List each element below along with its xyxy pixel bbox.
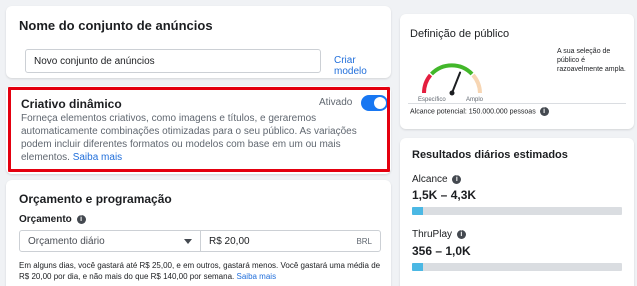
audience-title: Definição de público [410,28,510,40]
metric-bar-reach-fill [412,207,423,215]
audience-gauge [421,63,482,96]
gauge-segment-broad [471,73,482,94]
budget-amount-value: R$ 20,00 [209,236,250,247]
metric-label-thruplay: ThruPlay i [412,229,466,240]
gauge-segment-specific [421,73,433,94]
budget-amount-field[interactable]: R$ 20,00 BRL [200,230,381,252]
metric-value-reach: 1,5K – 4,3K [412,188,477,202]
metric-label-reach: Alcance i [412,174,462,185]
potential-reach: Alcance potencial: 150.000.000 pessoas i [410,107,549,116]
metric-label-thruplay-text: ThruPlay [412,229,453,240]
metric-bar-thruplay-fill [412,263,423,271]
metric-bar-reach [412,207,622,215]
dynamic-creative-card: Criativo dinâmico Ativado Forneça elemen… [6,86,391,174]
toggle-knob [374,97,386,109]
budget-label-text: Orçamento [19,214,72,225]
create-model-link[interactable]: Criar modelo [334,55,391,77]
budget-label: Orçamento i [19,214,86,225]
chevron-down-icon [184,239,192,244]
gauge-segment-defined [430,63,474,76]
results-title: Resultados diários estimados [412,149,568,161]
currency-label: BRL [356,237,372,246]
audience-description: A sua seleção de público é razoavelmente… [557,48,626,73]
adset-name-title: Nome do conjunto de anúncios [19,18,213,33]
gauge-pivot [449,90,455,96]
daily-results-card: Resultados diários estimados Alcance i 1… [400,138,634,286]
budget-type-select[interactable]: Orçamento diário [19,230,201,252]
info-icon[interactable]: i [452,174,462,184]
budget-learn-more-link[interactable]: Saiba mais [237,272,277,281]
budget-type-value: Orçamento diário [28,236,105,247]
info-icon[interactable]: i [539,107,549,116]
audience-definition-card: Definição de público Específico Amplo A … [400,14,634,129]
budget-note: Em alguns dias, você gastará até R$ 25,0… [19,260,387,282]
metric-value-thruplay: 356 – 1,0K [412,244,471,258]
metric-bar-thruplay [412,263,622,271]
budget-card: Orçamento e programação Orçamento i Orça… [6,180,391,286]
metric-label-reach-text: Alcance [412,174,448,185]
gauge-needle [451,71,462,94]
adset-name-input[interactable] [25,49,321,73]
divider [408,103,626,104]
adset-name-card: Nome do conjunto de anúncios Criar model… [6,6,391,78]
dynamic-creative-description-text: Forneça elementos criativos, como imagen… [21,113,357,163]
budget-note-text: Em alguns dias, você gastará até R$ 25,0… [19,261,381,281]
potential-reach-text: Alcance potencial: 150.000.000 pessoas [410,108,536,116]
info-icon[interactable]: i [456,229,466,239]
dynamic-creative-toggle[interactable] [361,95,388,111]
dynamic-creative-title: Criativo dinâmico [21,97,122,111]
learn-more-link[interactable]: Saiba mais [73,152,122,163]
toggle-label: Ativado [319,97,353,108]
budget-title: Orçamento e programação [19,192,172,206]
info-icon[interactable]: i [76,214,86,224]
dynamic-creative-description: Forneça elementos criativos, como imagen… [21,112,386,164]
